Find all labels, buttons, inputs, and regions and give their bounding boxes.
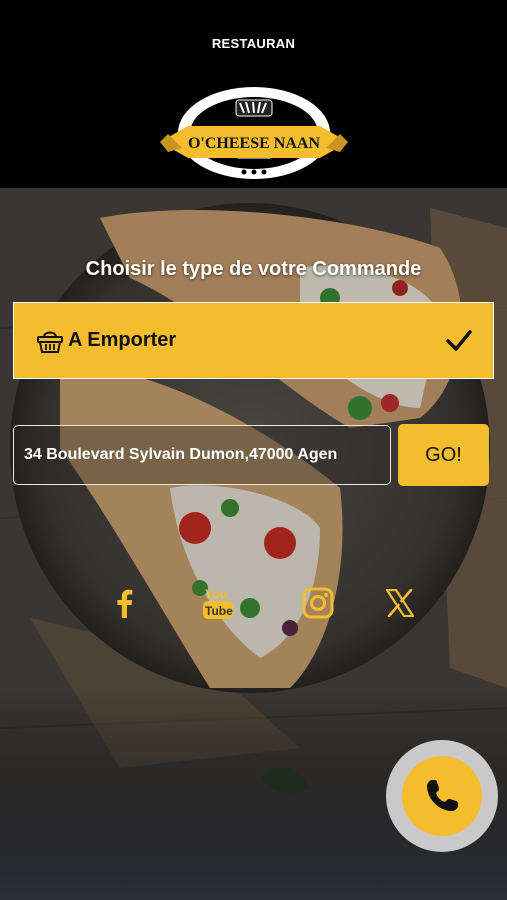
instagram-icon[interactable] <box>298 583 338 623</box>
logo-text: O'CHEESE NAAN <box>188 135 320 152</box>
checkmark-icon <box>446 330 472 351</box>
facebook-icon[interactable] <box>104 583 144 623</box>
address-input[interactable]: 34 Boulevard Sylvain Dumon,47000 Agen <box>13 425 391 485</box>
hero-background: Choisir le type de votre Commande A Empo… <box>0 188 507 900</box>
order-type-option-takeaway[interactable]: A Emporter <box>13 302 494 379</box>
youtube-icon[interactable]: You Tube <box>198 583 238 623</box>
social-links: You Tube <box>0 583 507 623</box>
phone-icon <box>427 780 458 811</box>
svg-text:You: You <box>205 587 227 601</box>
restaurant-logo: O'CHEESE NAAN <box>160 87 348 179</box>
call-button-inner <box>402 756 482 836</box>
call-button[interactable] <box>386 740 498 852</box>
order-type-heading: Choisir le type de votre Commande <box>85 258 422 280</box>
go-button[interactable]: GO! <box>398 424 489 486</box>
order-type-label: A Emporter <box>68 329 177 351</box>
svg-text:Tube: Tube <box>205 604 233 618</box>
basket-icon <box>37 331 63 353</box>
header: RESTAURAN O'CHEESE NAAN <box>0 0 507 188</box>
page-title: RESTAURAN <box>211 36 296 51</box>
x-icon[interactable] <box>380 583 420 623</box>
